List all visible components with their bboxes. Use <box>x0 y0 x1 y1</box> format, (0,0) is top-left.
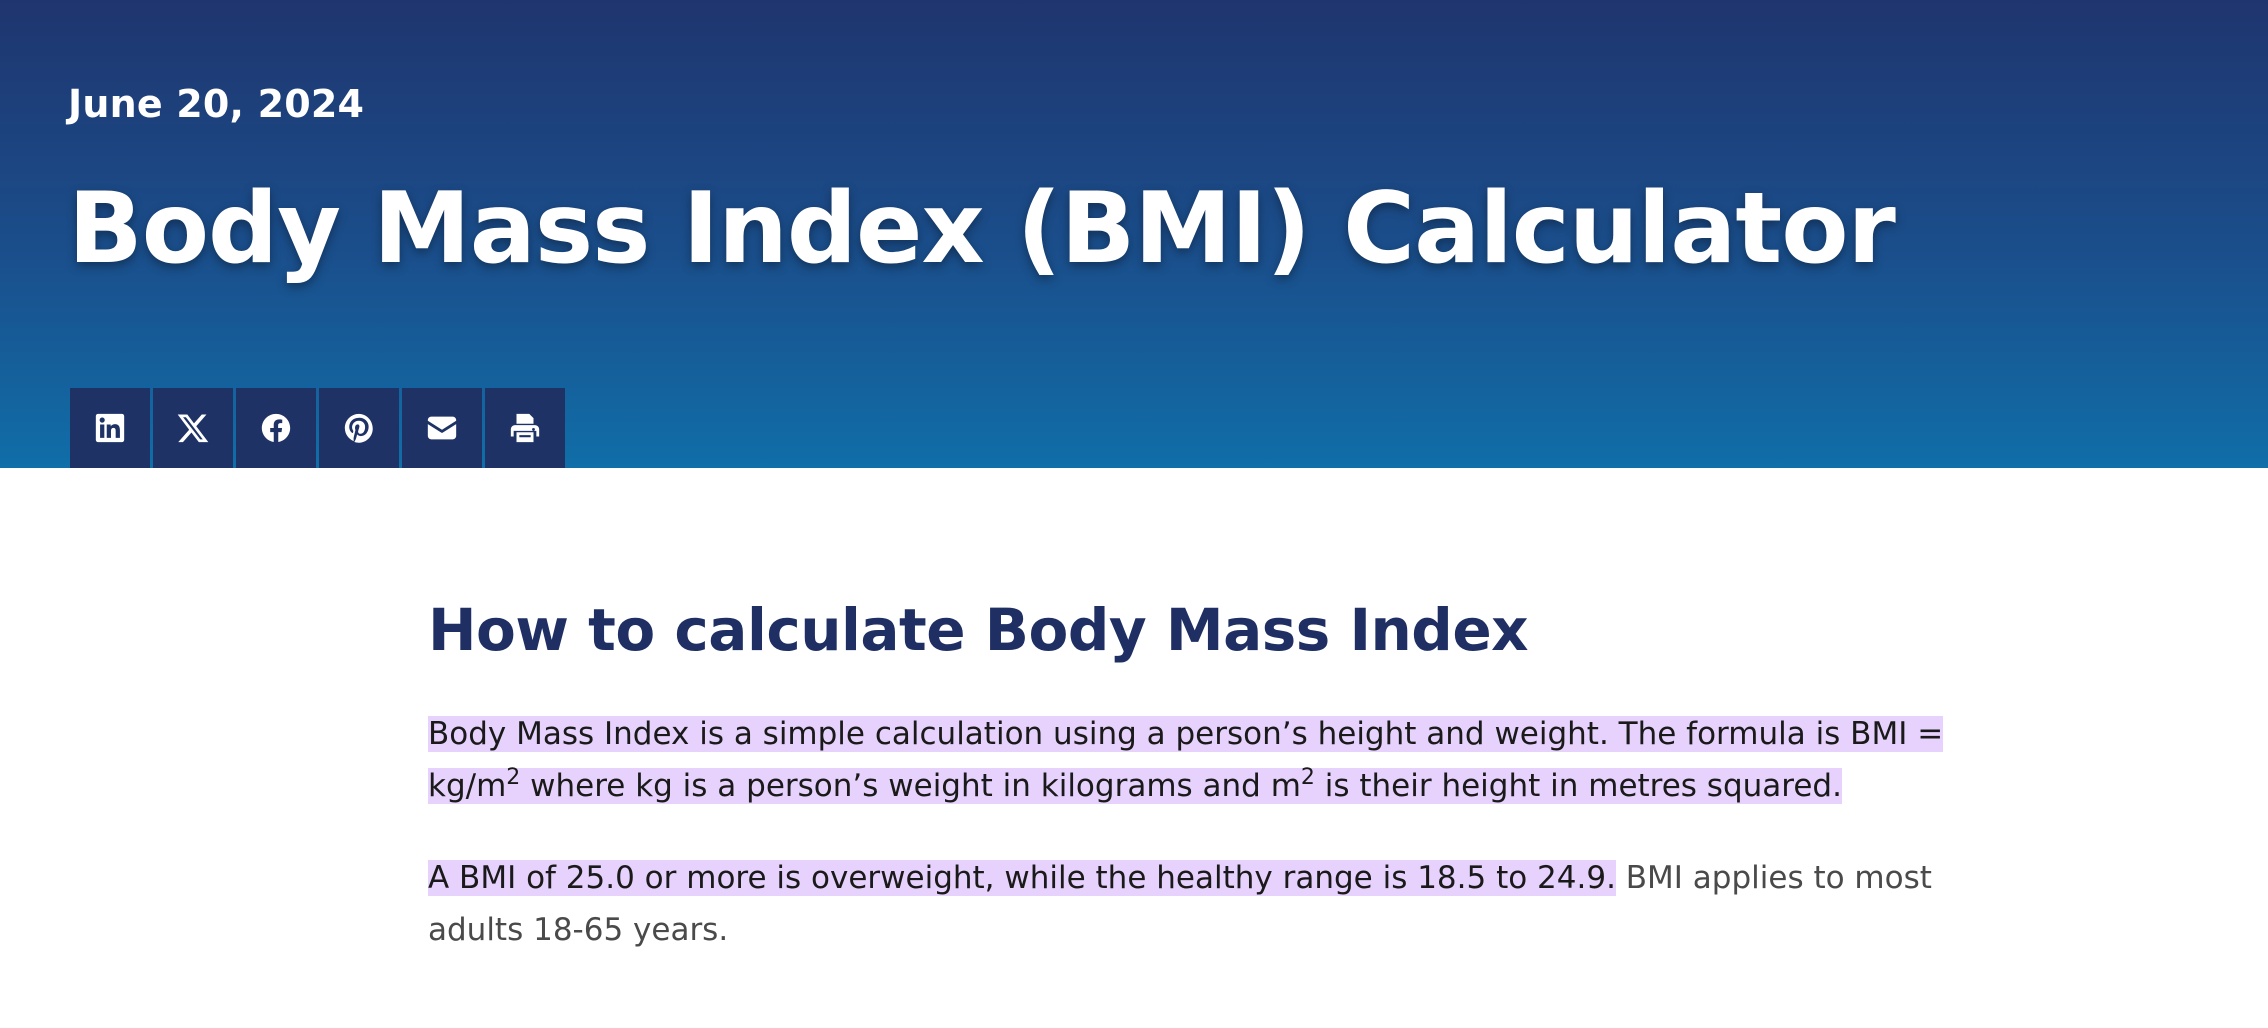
share-pinterest-button[interactable] <box>319 388 399 468</box>
range-paragraph: A BMI of 25.0 or more is overweight, whi… <box>428 852 2028 956</box>
publish-date: June 20, 2024 <box>68 82 365 126</box>
print-button[interactable] <box>485 388 565 468</box>
formula-paragraph: Body Mass Index is a simple calculation … <box>428 708 1968 812</box>
share-facebook-button[interactable] <box>236 388 316 468</box>
section-heading: How to calculate Body Mass Index <box>428 596 1529 664</box>
x-twitter-icon <box>177 414 209 443</box>
share-email-button[interactable] <box>402 388 482 468</box>
highlighted-text: Body Mass Index is a simple calculation … <box>428 716 1944 804</box>
print-icon <box>510 413 540 443</box>
email-icon <box>427 416 457 440</box>
superscript: 2 <box>1300 765 1315 790</box>
linkedin-icon <box>95 413 125 443</box>
pinterest-icon <box>344 413 373 443</box>
facebook-icon <box>261 413 291 443</box>
page-header: June 20, 2024 Body Mass Index (BMI) Calc… <box>0 0 2268 468</box>
article-content: How to calculate Body Mass Index Body Ma… <box>428 582 2028 948</box>
share-bar <box>70 388 565 468</box>
superscript: 2 <box>506 765 521 790</box>
highlighted-text: A BMI of 25.0 or more is overweight, whi… <box>428 860 1616 896</box>
share-x-button[interactable] <box>153 388 233 468</box>
page-title: Body Mass Index (BMI) Calculator <box>68 172 1896 286</box>
share-linkedin-button[interactable] <box>70 388 150 468</box>
